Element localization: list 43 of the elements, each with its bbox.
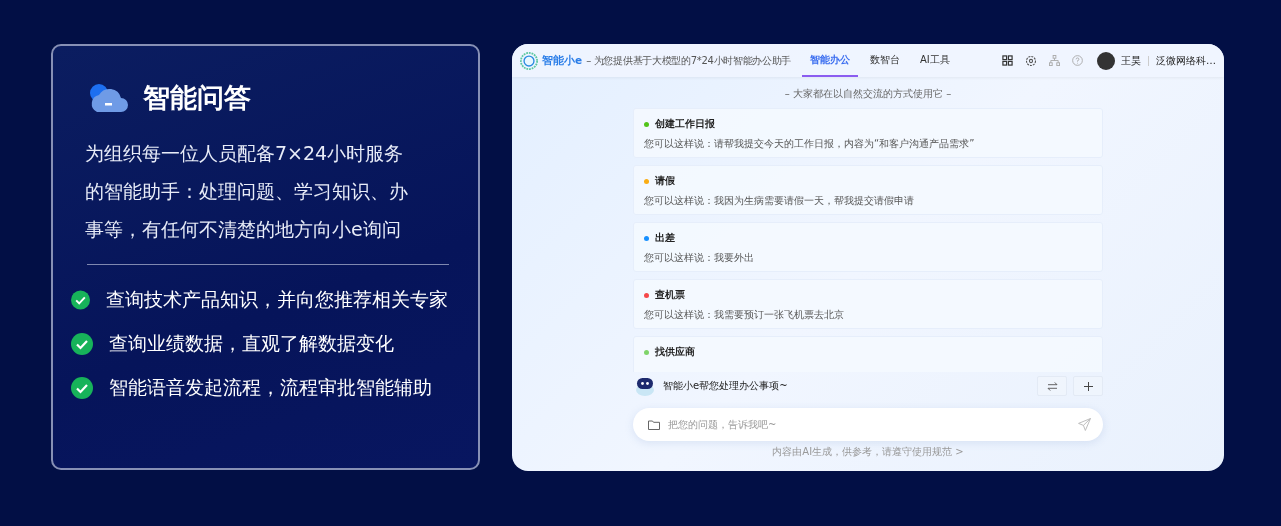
switch-button[interactable] xyxy=(1037,376,1067,396)
suggestion-card[interactable]: 找供应商 xyxy=(633,336,1103,372)
section-subtitle: – 大家都在以自然交流的方式使用它 – xyxy=(784,87,952,101)
benefit-text: 智能语音发起流程，流程审批智能辅助 xyxy=(109,375,432,400)
feature-description: 为组织每一位人员配备7×24小时服务的智能助手：处理问题、学习知识、办事等，有任何不清楚的地方向小e询问 xyxy=(85,141,409,242)
plus-icon xyxy=(1083,381,1093,391)
assistant-message: 智能小e帮您处理办公事项~ xyxy=(663,379,788,393)
suggestion-title: 请假 xyxy=(655,175,675,188)
suggestion-example: 您可以这样说：请帮我提交今天的工作日报，内容为“和客户沟通产品需求” xyxy=(644,137,976,151)
settings-icon[interactable] xyxy=(1025,54,1037,67)
suggestion-example: 您可以这样说：我要外出 xyxy=(644,251,755,265)
suggestion-card[interactable]: 查机票 您可以这样说：我需要预订一张飞机票去北京 xyxy=(633,279,1103,329)
nav-tab[interactable]: 数智台 xyxy=(862,44,908,77)
suggestion-title: 查机票 xyxy=(655,289,685,302)
suggestion-card[interactable]: 创建工作日报 您可以这样说：请帮我提交今天的工作日报，内容为“和客户沟通产品需求” xyxy=(633,108,1103,158)
suggestion-example: 您可以这样说：我因为生病需要请假一天，帮我提交请假申请 xyxy=(644,194,915,208)
brand-tagline: – 为您提供基于大模型的7*24小时智能办公助手 xyxy=(586,53,792,68)
benefit-text: 查询技术产品知识，并向您推荐相关专家 xyxy=(106,287,448,312)
check-circle-icon xyxy=(71,333,93,355)
new-chat-button[interactable] xyxy=(1073,376,1103,396)
folder-icon[interactable] xyxy=(648,419,660,430)
nav-tab[interactable]: 智能办公 xyxy=(802,44,858,77)
suggestion-example: 您可以这样说：我需要预订一张飞机票去北京 xyxy=(644,308,845,322)
feature-title: 智能问答 xyxy=(143,81,251,115)
grid-icon[interactable] xyxy=(1002,55,1013,66)
suggestion-title: 创建工作日报 xyxy=(655,118,715,131)
organization-name[interactable]: 泛微网络科… xyxy=(1156,53,1216,68)
nav-tab[interactable]: AI工具 xyxy=(912,44,958,77)
suggestion-card[interactable]: 出差 您可以这样说：我要外出 xyxy=(633,222,1103,272)
question-field[interactable]: 把您的问题，告诉我吧~ xyxy=(666,418,1072,431)
suggestion-title: 出差 xyxy=(655,232,675,245)
brand-name: 智能小e xyxy=(542,53,583,68)
logo-icon xyxy=(520,51,538,70)
question-input[interactable]: 把您的问题，告诉我吧~ xyxy=(633,408,1103,441)
benefit-text: 查询业绩数据，直观了解数据变化 xyxy=(109,331,394,356)
avatar[interactable] xyxy=(1097,51,1115,70)
swap-icon xyxy=(1046,381,1058,391)
suggestion-title: 找供应商 xyxy=(655,346,695,359)
cloud-icon xyxy=(87,82,131,114)
suggestion-card[interactable]: 请假 您可以这样说：我因为生病需要请假一天，帮我提交请假申请 xyxy=(633,165,1103,215)
check-circle-icon xyxy=(71,377,93,399)
user-name[interactable]: 王昊 xyxy=(1121,53,1141,68)
check-circle-icon xyxy=(71,289,90,311)
